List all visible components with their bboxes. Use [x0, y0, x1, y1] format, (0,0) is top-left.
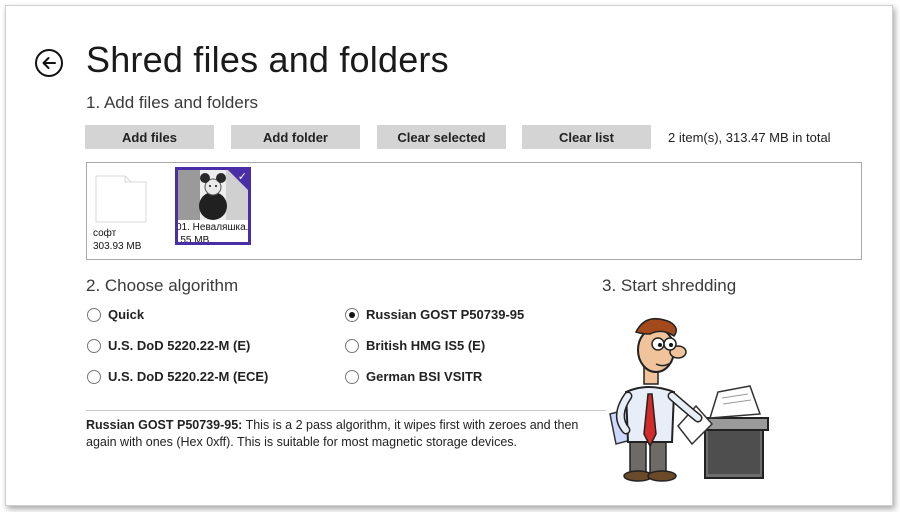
radio-label: Quick: [108, 307, 145, 322]
page-title: Shred files and folders: [86, 39, 449, 80]
description-algorithm-name: Russian GOST P50739-95:: [86, 418, 243, 432]
file-name: 01. Неваляшка.mp3: [176, 222, 249, 233]
radio-circle: [87, 338, 101, 353]
file-tile-folder[interactable]: софт 303.93 MB: [91, 169, 163, 252]
file-name: софт: [93, 228, 117, 239]
radio-dod-ece[interactable]: U.S. DoD 5220.22-M (ECE): [87, 369, 268, 384]
algorithm-description: Russian GOST P50739-95: This is a 2 pass…: [86, 417, 586, 451]
back-button[interactable]: [35, 49, 63, 77]
divider: [86, 410, 606, 411]
radio-dod-e[interactable]: U.S. DoD 5220.22-M (E): [87, 338, 250, 353]
radio-label: British HMG IS5 (E): [366, 338, 486, 353]
clear-selected-button[interactable]: Clear selected: [377, 125, 506, 149]
radio-label: U.S. DoD 5220.22-M (E): [108, 338, 251, 353]
total-summary: 2 item(s), 313.47 MB in total: [668, 130, 831, 145]
file-list[interactable]: софт 303.93 MB ✓ 01. Неваляшка.mp3 9.55 …: [86, 162, 862, 260]
radio-british-hmg[interactable]: British HMG IS5 (E): [345, 338, 485, 353]
clear-list-button[interactable]: Clear list: [522, 125, 651, 149]
shredder-illustration-button[interactable]: [600, 306, 780, 486]
radio-label: Russian GOST P50739-95: [366, 307, 525, 322]
radio-circle-selected: [345, 307, 359, 322]
radio-circle: [87, 369, 101, 384]
file-size: 303.93 MB: [93, 241, 142, 252]
folder-icon: [95, 175, 147, 223]
add-files-button[interactable]: Add files: [85, 125, 214, 149]
section-add-title: 1. Add files and folders: [86, 93, 259, 112]
radio-quick[interactable]: Quick: [87, 307, 144, 322]
radio-label: U.S. DoD 5220.22-M (ECE): [108, 369, 269, 384]
file-tile-selected[interactable]: ✓ 01. Неваляшка.mp3 9.55 MB: [175, 167, 251, 245]
radio-circle: [345, 338, 359, 353]
radio-label: German BSI VSITR: [366, 369, 483, 384]
radio-german-bsi[interactable]: German BSI VSITR: [345, 369, 482, 384]
section-algorithm-title: 2. Choose algorithm: [86, 276, 239, 295]
file-size: 9.55 MB: [175, 235, 210, 245]
radio-circle: [87, 307, 101, 322]
add-folder-button[interactable]: Add folder: [231, 125, 360, 149]
section-start-title: 3. Start shredding: [602, 276, 737, 295]
app-window: Shred files and folders 1. Add files and…: [5, 5, 893, 506]
arrow-left-icon: [42, 57, 56, 69]
radio-russian-gost[interactable]: Russian GOST P50739-95: [345, 307, 524, 322]
radio-circle: [345, 369, 359, 384]
checkmark-icon: ✓: [237, 171, 247, 183]
